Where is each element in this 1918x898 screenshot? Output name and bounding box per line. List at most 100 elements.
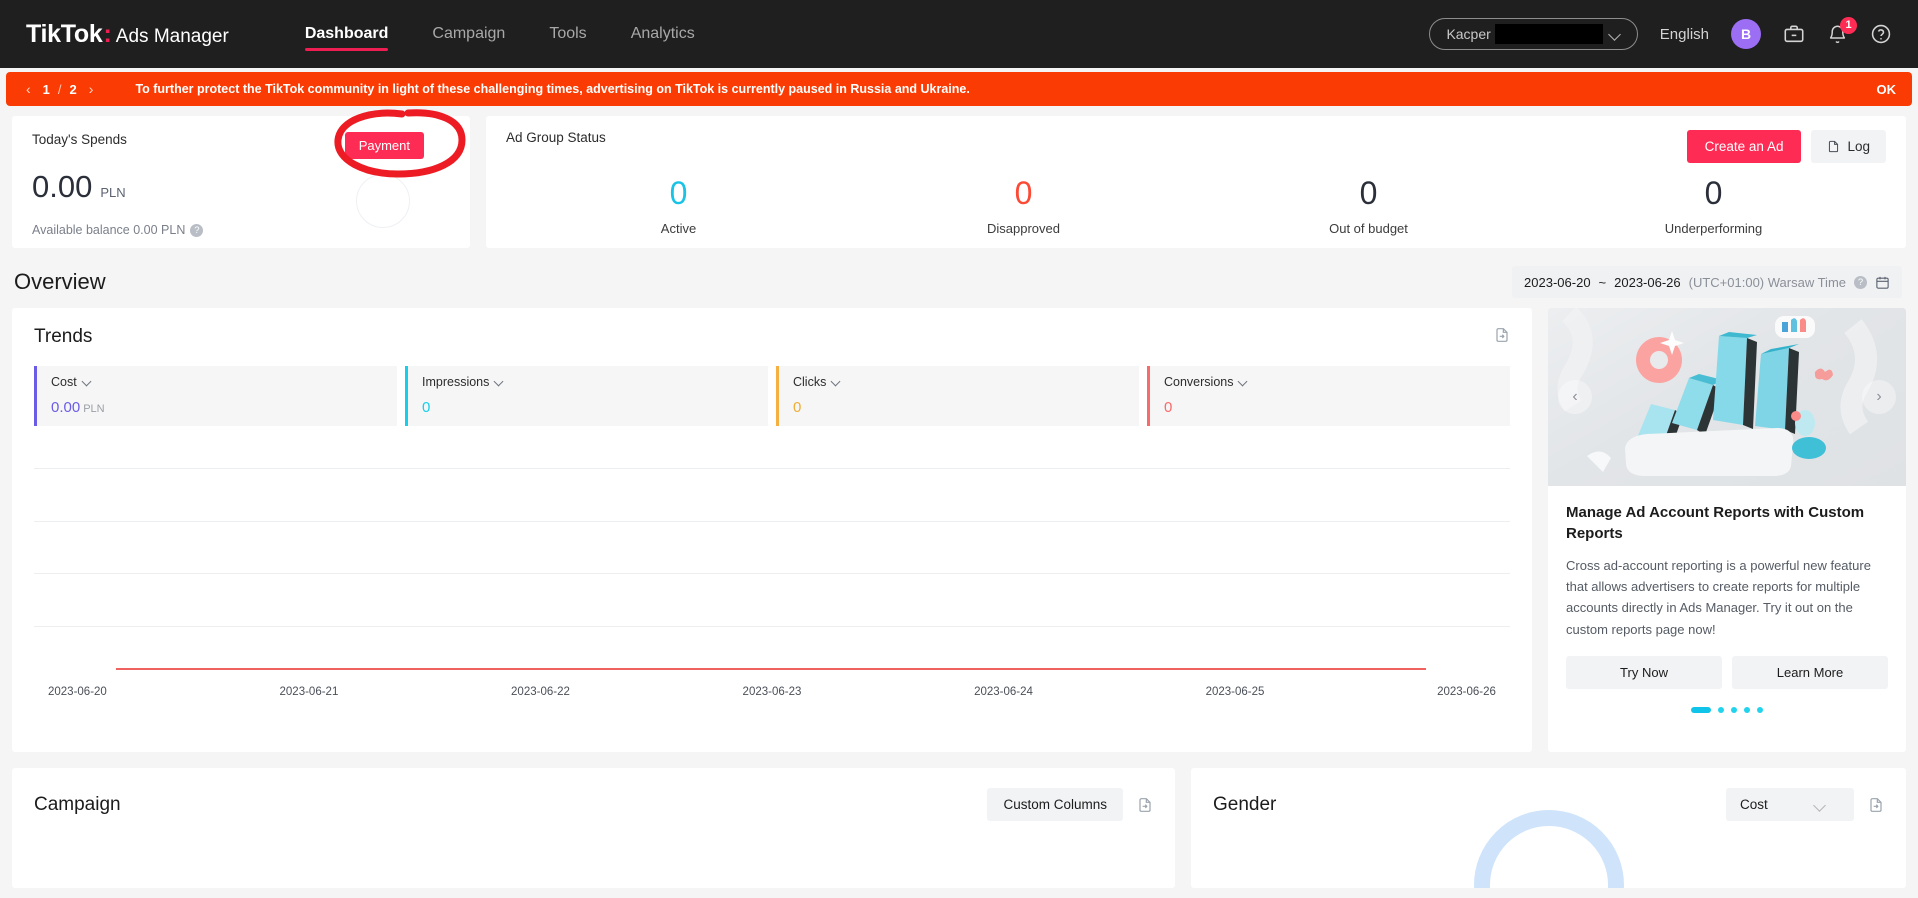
date-range-picker[interactable]: 2023-06-20 ~ 2023-06-26 (UTC+01:00) Wars… [1512, 266, 1902, 298]
metric-card-impressions[interactable]: Impressions 0 [405, 366, 768, 426]
help-icon[interactable] [1870, 23, 1892, 45]
account-selector[interactable]: Kacper [1429, 18, 1638, 50]
chevron-down-icon [1814, 798, 1828, 812]
nav-item-analytics[interactable]: Analytics [631, 3, 695, 65]
stat-underperforming: 0 Underperforming [1541, 173, 1886, 236]
export-report-icon[interactable] [1137, 796, 1153, 814]
stat-out-of-budget-value: 0 [1359, 175, 1378, 211]
metric-cost-name-row[interactable]: Cost [51, 375, 383, 389]
bottom-panels-row: Campaign Custom Columns Gender Cost [0, 752, 1918, 888]
promo-description: Cross ad-account reporting is a powerful… [1566, 557, 1871, 637]
banner-pager: ‹ 1 / 2 › [22, 81, 97, 97]
carousel-dot-1[interactable] [1691, 707, 1711, 714]
stat-disapproved-label: Disapproved [987, 221, 1060, 236]
gender-donut-chart [1473, 810, 1624, 888]
metric-conversions-value: 0 [1164, 399, 1173, 416]
log-button[interactable]: Log [1811, 130, 1886, 163]
x-tick-1: 2023-06-21 [279, 686, 339, 698]
export-report-icon[interactable] [1494, 326, 1510, 344]
stat-active: 0 Active [506, 173, 851, 236]
calendar-icon[interactable] [1875, 275, 1890, 290]
payment-button[interactable]: Payment [344, 132, 424, 159]
chevron-down-icon [1239, 378, 1248, 387]
notifications-bell-icon[interactable]: 1 [1827, 16, 1857, 45]
export-report-icon[interactable] [1868, 796, 1884, 814]
metric-clicks-value: 0 [793, 399, 802, 416]
campaign-title: Campaign [34, 793, 121, 815]
promo-carousel-dots [1566, 707, 1888, 714]
log-button-label: Log [1847, 139, 1870, 154]
trends-title: Trends [34, 326, 93, 347]
metric-card-conversions[interactable]: Conversions 0 [1147, 366, 1510, 426]
metric-card-clicks[interactable]: Clicks 0 [776, 366, 1139, 426]
x-tick-5: 2023-06-25 [1205, 686, 1265, 698]
header-right-controls: Kacper English B 1 [1429, 16, 1892, 50]
try-now-button[interactable]: Try Now [1566, 656, 1722, 690]
chevron-down-icon [495, 378, 504, 387]
brand-colon: : [103, 19, 112, 48]
trends-chart: 2023-06-20 2023-06-21 2023-06-22 2023-06… [34, 440, 1510, 698]
metric-cost-value: 0.00 [51, 399, 81, 416]
promo-prev-button[interactable]: ‹ [1558, 380, 1592, 414]
promo-illustration: ‹ › [1548, 308, 1906, 486]
gender-metric-select[interactable]: Cost [1726, 788, 1854, 821]
metric-conversions-name: Conversions [1164, 375, 1234, 389]
spends-currency: PLN [100, 185, 126, 200]
x-tick-3: 2023-06-23 [742, 686, 802, 698]
brand-tiktok-text: TikTok [26, 19, 103, 48]
create-an-ad-button[interactable]: Create an Ad [1686, 130, 1802, 163]
stat-underperforming-label: Underperforming [1664, 221, 1763, 236]
tiktok-ads-manager-dashboard: TikTok : Ads Manager Dashboard Campaign … [0, 0, 1918, 898]
nav-item-campaign[interactable]: Campaign [432, 3, 505, 65]
metric-conversions-name-row[interactable]: Conversions [1164, 375, 1496, 389]
account-name-label: Kacper [1446, 26, 1491, 42]
custom-columns-button[interactable]: Custom Columns [987, 788, 1123, 821]
carousel-dot-2[interactable] [1718, 707, 1724, 714]
log-document-icon [1829, 140, 1839, 153]
decorative-circle [356, 174, 410, 228]
overview-header: Overview 2023-06-20 ~ 2023-06-26 (UTC+01… [0, 248, 1918, 308]
carousel-dot-3[interactable] [1731, 707, 1737, 714]
carousel-dot-4[interactable] [1744, 707, 1750, 714]
banner-next-icon[interactable]: › [85, 81, 98, 97]
promo-carousel-card: ‹ › Manage Ad Account Reports with Custo… [1548, 308, 1906, 752]
language-selector[interactable]: English [1660, 26, 1709, 43]
brand-logo[interactable]: TikTok : Ads Manager [26, 20, 229, 49]
nav-item-tools[interactable]: Tools [549, 3, 586, 65]
metric-clicks-name-row[interactable]: Clicks [793, 375, 1125, 389]
balance-help-icon[interactable]: ? [190, 223, 204, 237]
top-navigation-bar: TikTok : Ads Manager Dashboard Campaign … [0, 0, 1918, 68]
metric-impressions-name-row[interactable]: Impressions [422, 375, 754, 389]
metric-cost-value-row: 0.00 PLN [51, 399, 383, 416]
notification-badge: 1 [1840, 16, 1857, 34]
stat-out-of-budget-label: Out of budget [1329, 221, 1408, 236]
campaign-actions: Custom Columns [987, 788, 1153, 821]
banner-ok-button[interactable]: OK [1877, 82, 1897, 97]
briefcase-icon[interactable] [1783, 23, 1805, 45]
chevron-down-icon [832, 378, 841, 387]
carousel-dot-5[interactable] [1757, 707, 1763, 714]
avatar[interactable]: B [1731, 19, 1761, 49]
metric-impressions-value: 0 [422, 399, 431, 416]
gender-metric-label: Cost [1740, 797, 1768, 812]
nav-item-dashboard[interactable]: Dashboard [304, 3, 388, 65]
stat-active-value: 0 [669, 175, 688, 211]
x-tick-0: 2023-06-20 [48, 686, 107, 698]
timezone-help-icon[interactable]: ? [1854, 275, 1867, 289]
banner-prev-icon[interactable]: ‹ [22, 81, 35, 97]
ad-group-status-actions: Create an Ad Log [1686, 130, 1886, 163]
banner-current-page: 1 [42, 81, 50, 97]
promo-next-button[interactable]: › [1862, 380, 1896, 414]
metric-cost-unit: PLN [83, 403, 105, 415]
metric-card-cost[interactable]: Cost 0.00 PLN [34, 366, 397, 426]
x-tick-6: 2023-06-26 [1437, 686, 1496, 698]
campaign-panel: Campaign Custom Columns [12, 768, 1175, 888]
metric-clicks-name: Clicks [793, 375, 827, 389]
trends-panel: Trends Cost 0.00 PLN Impressions 0 Click… [12, 308, 1532, 752]
banner-page-separator: / [57, 81, 62, 97]
gender-title: Gender [1213, 793, 1277, 815]
main-nav-links: Dashboard Campaign Tools Analytics [304, 3, 695, 65]
stat-underperforming-value: 0 [1704, 175, 1723, 211]
date-range-tilde: ~ [1598, 274, 1607, 290]
learn-more-button[interactable]: Learn More [1732, 656, 1888, 690]
